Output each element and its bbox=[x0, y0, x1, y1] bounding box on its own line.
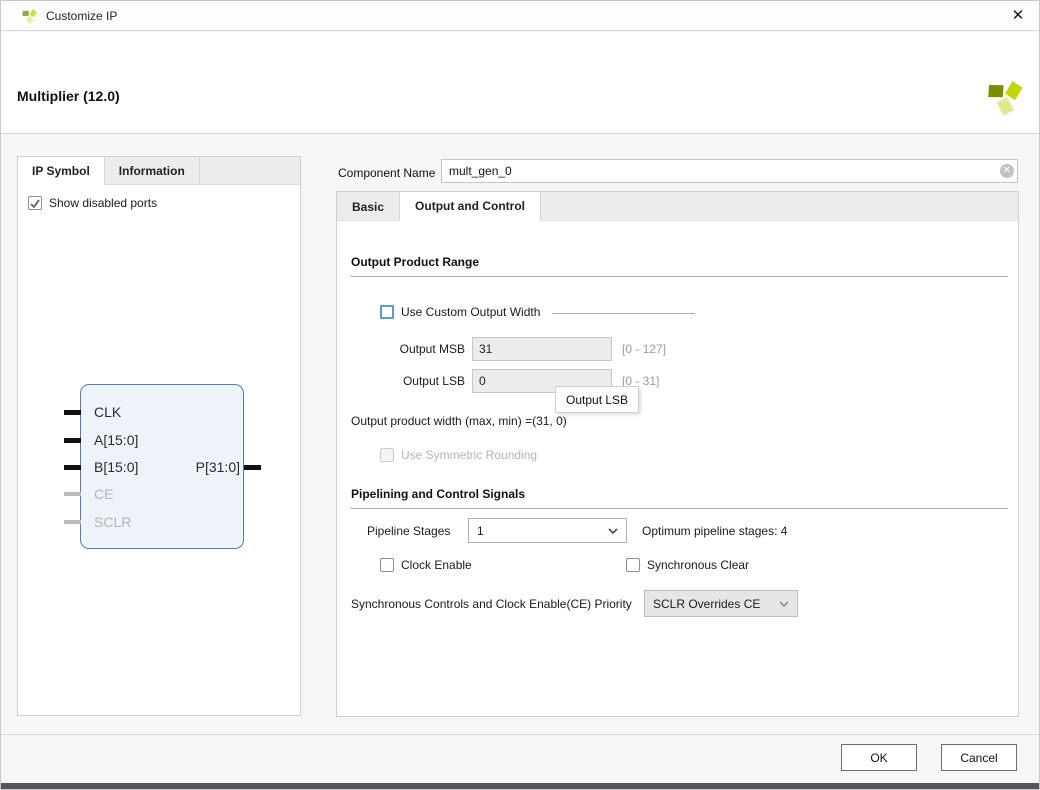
port-stub-a bbox=[64, 438, 81, 443]
synchronous-clear-label: Synchronous Clear bbox=[647, 558, 749, 572]
port-label-a: A[15:0] bbox=[94, 432, 138, 448]
product-width-text: Output product width (max, min) = bbox=[351, 414, 532, 428]
output-msb-label-wrap: Output MSB bbox=[351, 337, 465, 361]
group-divider bbox=[552, 313, 695, 314]
show-disabled-ports-checkbox[interactable] bbox=[28, 196, 42, 210]
window-bottom-edge bbox=[1, 783, 1039, 790]
configuration-panel: Basic Output and Control Output Product … bbox=[336, 191, 1019, 717]
output-msb-label: Output MSB bbox=[400, 342, 465, 356]
clock-enable-label: Clock Enable bbox=[401, 558, 472, 572]
port-stub-ce bbox=[64, 492, 81, 496]
pipeline-stages-value: 1 bbox=[477, 524, 484, 538]
section-divider bbox=[351, 508, 1008, 509]
tab-output-and-control[interactable]: Output and Control bbox=[400, 192, 541, 221]
left-tab-strip: IP Symbol Information bbox=[18, 157, 300, 185]
dialog-header: Multiplier (12.0) i Documentation IP Loc… bbox=[1, 32, 1039, 134]
port-label-b: B[15:0] bbox=[94, 459, 138, 475]
port-label-ce: CE bbox=[94, 486, 113, 502]
output-lsb-label: Output LSB bbox=[403, 374, 465, 388]
chevron-down-icon bbox=[779, 601, 789, 607]
output-msb-range: [0 - 127] bbox=[622, 342, 666, 356]
page-title: Multiplier (12.0) bbox=[17, 88, 120, 104]
port-label-p: P[31:0] bbox=[196, 459, 240, 475]
tooltip: Output LSB bbox=[555, 386, 639, 413]
priority-label: Synchronous Controls and Clock Enable(CE… bbox=[351, 597, 632, 611]
pipelining-title: Pipelining and Control Signals bbox=[351, 487, 525, 501]
clock-enable-row: Clock Enable bbox=[380, 557, 472, 573]
dialog-body: IP Symbol Information Show disabled port… bbox=[1, 135, 1039, 734]
pipeline-stages-label-wrap: Pipeline Stages bbox=[367, 518, 450, 543]
port-label-sclr: SCLR bbox=[94, 514, 131, 530]
product-width-value: (31, 0) bbox=[532, 414, 567, 428]
output-and-control-content: Output Product Range Use Custom Output W… bbox=[337, 221, 1018, 716]
config-tab-strip: Basic Output and Control bbox=[337, 192, 1018, 221]
synchronous-clear-row: Synchronous Clear bbox=[626, 557, 749, 573]
synchronous-clear-checkbox[interactable] bbox=[626, 558, 640, 572]
component-name-label: Component Name bbox=[338, 166, 435, 180]
use-symmetric-rounding-label: Use Symmetric Rounding bbox=[401, 448, 537, 462]
port-stub-clk bbox=[64, 410, 81, 415]
port-stub-sclr bbox=[64, 520, 81, 524]
customize-ip-dialog: Customize IP ✕ Multiplier (12.0) i Docum… bbox=[0, 0, 1040, 790]
show-disabled-ports-label: Show disabled ports bbox=[49, 196, 157, 210]
window-title: Customize IP bbox=[46, 9, 117, 23]
pipeline-stages-select[interactable]: 1 bbox=[468, 518, 627, 543]
output-msb-input[interactable] bbox=[472, 337, 612, 361]
close-icon[interactable]: ✕ bbox=[1005, 4, 1031, 28]
dialog-footer: OK Cancel bbox=[1, 734, 1039, 783]
ok-button[interactable]: OK bbox=[841, 744, 917, 771]
tab-information[interactable]: Information bbox=[105, 157, 200, 185]
priority-label-wrap: Synchronous Controls and Clock Enable(CE… bbox=[351, 590, 632, 617]
priority-value: SCLR Overrides CE bbox=[653, 597, 760, 611]
optimum-stages-wrap: Optimum pipeline stages: 4 bbox=[642, 522, 787, 540]
xilinx-logo-icon bbox=[21, 7, 38, 24]
tab-basic[interactable]: Basic bbox=[337, 192, 400, 221]
use-symmetric-rounding-checkbox bbox=[380, 448, 394, 462]
section-divider bbox=[351, 276, 1008, 277]
clear-input-icon[interactable]: ✕ bbox=[1000, 164, 1014, 178]
cancel-button[interactable]: Cancel bbox=[941, 744, 1017, 771]
tab-ip-symbol[interactable]: IP Symbol bbox=[18, 157, 105, 185]
checkmark-icon bbox=[29, 198, 41, 209]
clock-enable-checkbox[interactable] bbox=[380, 558, 394, 572]
chevron-down-icon bbox=[608, 528, 618, 534]
product-width-row: Output product width (max, min) = (31, 0… bbox=[351, 412, 567, 430]
port-label-clk: CLK bbox=[94, 404, 121, 420]
title-bar: Customize IP ✕ bbox=[1, 1, 1039, 31]
use-symmetric-rounding-row: Use Symmetric Rounding bbox=[380, 447, 537, 463]
port-stub-b bbox=[64, 465, 81, 470]
priority-select[interactable]: SCLR Overrides CE bbox=[644, 590, 798, 617]
output-product-range-title: Output Product Range bbox=[351, 255, 479, 269]
ip-symbol-panel: IP Symbol Information Show disabled port… bbox=[17, 156, 301, 716]
port-stub-p bbox=[244, 465, 261, 470]
pipeline-stages-label: Pipeline Stages bbox=[367, 524, 450, 538]
optimum-stages-text: Optimum pipeline stages: 4 bbox=[642, 524, 787, 538]
component-name-input[interactable] bbox=[441, 159, 1018, 183]
output-lsb-label-wrap: Output LSB bbox=[351, 369, 465, 393]
show-disabled-ports-row: Show disabled ports bbox=[28, 196, 157, 210]
xilinx-logo-icon bbox=[985, 76, 1025, 116]
